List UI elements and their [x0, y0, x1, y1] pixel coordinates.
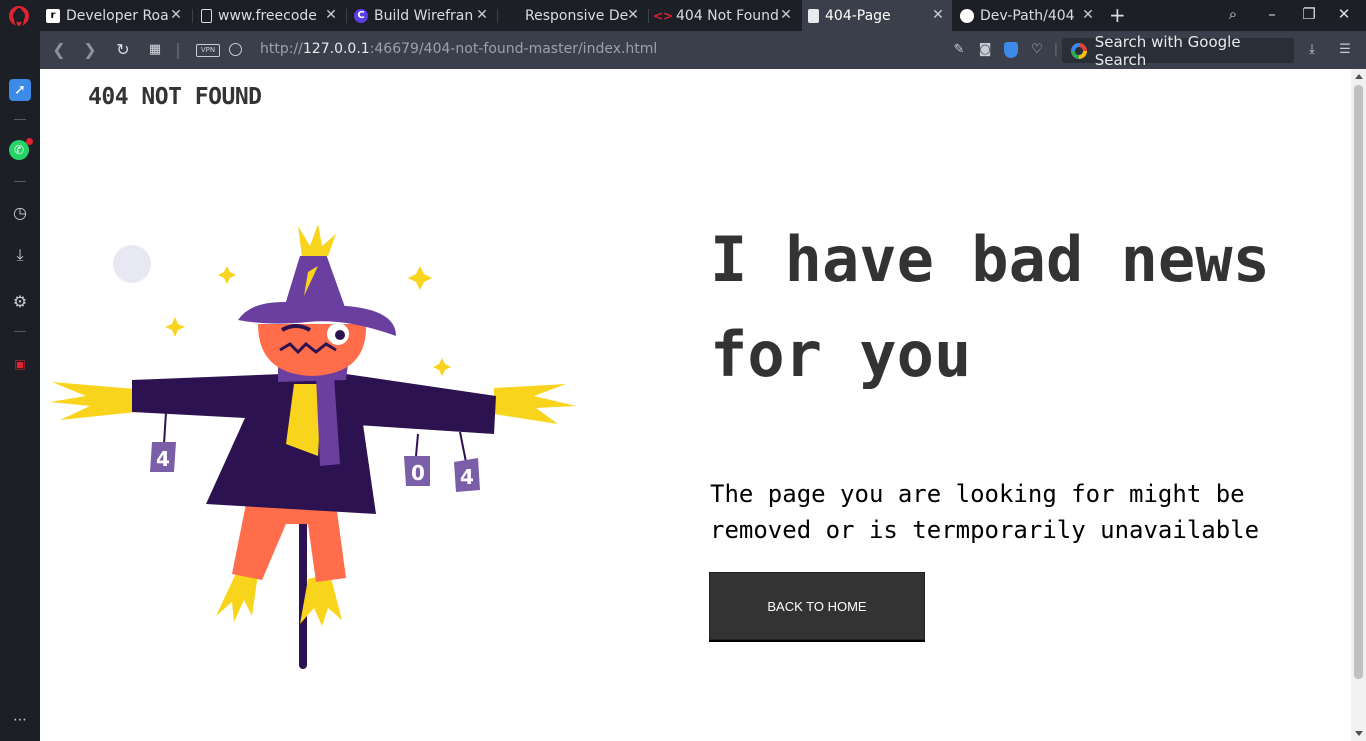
- tab-divider: [648, 9, 649, 23]
- back-to-home-button[interactable]: BACK TO HOME: [709, 572, 925, 640]
- tab-404-page[interactable]: 404-Page ✕: [802, 0, 952, 31]
- share-icon[interactable]: ✎: [951, 42, 967, 58]
- hat-crown: [284, 254, 346, 310]
- heart-icon[interactable]: ♡: [1029, 42, 1045, 58]
- back-button[interactable]: ❮: [49, 40, 69, 60]
- tab-dev-path[interactable]: Dev-Path/404 ✕: [954, 0, 1102, 31]
- opera-logo-icon[interactable]: [9, 6, 29, 28]
- page-viewport: 404 NOT FOUND 4 0 4 I have bad news for …: [40, 69, 1351, 741]
- scarecrow-illustration: 4 0 4: [50, 224, 576, 669]
- brand-logo[interactable]: 404 NOT FOUND: [88, 84, 262, 110]
- downloads-icon[interactable]: ⤓: [9, 244, 31, 266]
- search-tabs-icon[interactable]: ⌕: [1222, 5, 1244, 23]
- camera-icon[interactable]: ◙: [977, 42, 993, 58]
- c-icon: C: [354, 8, 368, 23]
- extension-icon[interactable]: ▣: [9, 353, 31, 375]
- close-icon[interactable]: ✕: [474, 7, 490, 23]
- notification-dot: [26, 138, 33, 145]
- url-path: :46679/404-not-found-master/index.html: [369, 41, 658, 57]
- whatsapp-button[interactable]: ✆: [9, 138, 33, 162]
- more-options-icon[interactable]: ⋯: [9, 709, 31, 731]
- google-icon: [1071, 42, 1087, 59]
- tab-bar: r Developer Roa ✕ www.freecode ✕ C Build…: [0, 0, 1366, 31]
- sidebar-divider: [14, 119, 26, 120]
- close-icon[interactable]: ✕: [625, 7, 641, 23]
- address-bar: ❮ ❯ ↻ ▦ | VPN http://127.0.0.1:46679/404…: [40, 31, 1366, 69]
- tab-freecodecamp[interactable]: www.freecode ✕: [195, 0, 345, 31]
- page-scrollbar[interactable]: [1351, 69, 1366, 741]
- github-icon: [960, 8, 974, 23]
- moon-shape: [113, 245, 151, 283]
- forward-button[interactable]: ❯: [80, 40, 100, 60]
- tabs-grid-icon[interactable]: ▦: [145, 40, 165, 60]
- sidebar-divider: [14, 181, 26, 182]
- roadmap-icon: r: [46, 8, 60, 23]
- reload-button[interactable]: ↻: [113, 40, 133, 60]
- tab-developer-roadmap[interactable]: r Developer Roa ✕: [40, 0, 190, 31]
- dark-icon: [505, 8, 519, 23]
- url-prefix: http://: [260, 41, 303, 57]
- url-field[interactable]: http://127.0.0.1:46679/404-not-found-mas…: [260, 41, 657, 57]
- settings-gear-icon[interactable]: ⚙: [9, 290, 31, 312]
- sidebar-divider: [14, 331, 26, 332]
- page-icon: [808, 8, 819, 23]
- vpn-badge[interactable]: VPN: [196, 44, 220, 57]
- search-box[interactable]: Search with Google Search: [1062, 33, 1294, 69]
- tab-responsive-design[interactable]: Responsive De ✕: [499, 0, 647, 31]
- rocket-icon[interactable]: ➚: [9, 79, 31, 101]
- page-subtext: The page you are looking for might be re…: [710, 480, 1260, 544]
- tab-404-not-found[interactable]: <> 404 Not Found ✕: [650, 0, 800, 31]
- scroll-down-arrow[interactable]: [1355, 731, 1363, 736]
- menu-icon[interactable]: ☰: [1337, 42, 1353, 58]
- page-icon: [201, 8, 212, 23]
- new-tab-button[interactable]: +: [1109, 4, 1126, 26]
- pants-shape: [232, 504, 346, 582]
- close-icon[interactable]: ✕: [1080, 7, 1096, 23]
- restore-button[interactable]: ❐: [1298, 5, 1320, 23]
- toolbar-divider: |: [175, 40, 181, 59]
- right-pupil: [335, 330, 345, 340]
- history-icon[interactable]: ◷: [9, 201, 31, 223]
- scroll-thumb[interactable]: [1354, 85, 1363, 679]
- close-window-button[interactable]: ✕: [1333, 5, 1355, 23]
- code-icon: <>: [652, 8, 674, 23]
- close-icon[interactable]: ✕: [168, 7, 184, 23]
- close-icon[interactable]: ✕: [930, 7, 946, 23]
- page-headline: I have bad news for you: [710, 223, 1270, 391]
- sidebar: ➚ ✆ ◷ ⤓ ⚙ ▣ ⋯: [0, 31, 40, 741]
- globe-icon[interactable]: [229, 43, 242, 56]
- can-mid-digit: 0: [411, 461, 425, 485]
- search-placeholder: Search with Google Search: [1094, 32, 1241, 69]
- download-icon[interactable]: ⤓: [1304, 42, 1320, 58]
- url-host: 127.0.0.1: [302, 41, 370, 57]
- tab-divider: [192, 9, 193, 23]
- close-icon[interactable]: ✕: [778, 7, 794, 23]
- right-arm: [342, 374, 496, 434]
- can-right-digit: 4: [460, 465, 474, 489]
- can-left-digit: 4: [156, 447, 170, 471]
- tab-build-wireframe[interactable]: C Build Wirefran ✕: [348, 0, 496, 31]
- tab-divider: [346, 9, 347, 23]
- close-icon[interactable]: ✕: [323, 7, 339, 23]
- tab-divider: [497, 9, 498, 23]
- hat-straw: [298, 224, 336, 256]
- scroll-up-arrow[interactable]: [1355, 74, 1363, 79]
- adblock-shield-icon[interactable]: [1004, 42, 1018, 58]
- minimize-button[interactable]: –: [1261, 5, 1283, 23]
